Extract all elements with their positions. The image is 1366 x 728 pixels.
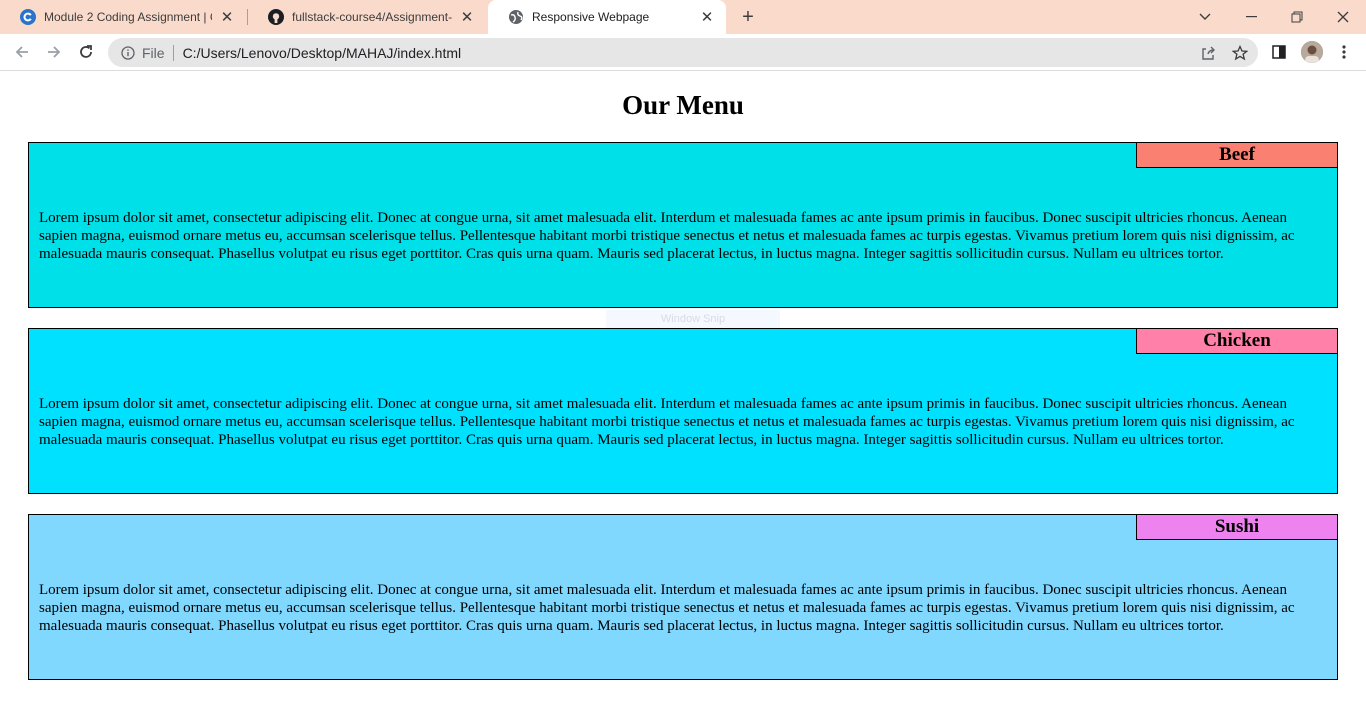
back-arrow-icon[interactable]: [8, 38, 36, 66]
menu-section-beef: Beef Lorem ipsum dolor sit amet, consect…: [28, 142, 1338, 308]
browser-toolbar: File C:/Users/Lenovo/Desktop/MAHAJ/index…: [0, 34, 1366, 71]
new-tab-button[interactable]: +: [736, 6, 760, 28]
page-viewport: Our Menu Beef Lorem ipsum dolor sit amet…: [0, 72, 1366, 728]
section-heading: Chicken: [1136, 329, 1337, 354]
minimize-button[interactable]: [1228, 0, 1274, 34]
github-icon: [268, 9, 284, 25]
section-text: Lorem ipsum dolor sit amet, consectetur …: [39, 582, 1295, 635]
kebab-menu-icon[interactable]: [1330, 38, 1358, 66]
close-icon[interactable]: ✕: [698, 8, 716, 26]
section-text: Lorem ipsum dolor sit amet, consectetur …: [39, 396, 1295, 449]
window-snip-overlay: Window Snip: [606, 310, 780, 328]
menu-section-chicken: Chicken Lorem ipsum dolor sit amet, cons…: [28, 328, 1338, 494]
coursera-icon: [20, 9, 36, 25]
tab-strip: Module 2 Coding Assignment | C ✕ fullsta…: [0, 0, 1366, 34]
address-divider: [172, 44, 174, 61]
menu-section-sushi: Sushi Lorem ipsum dolor sit amet, consec…: [28, 514, 1338, 680]
page-title: Our Menu: [622, 90, 744, 120]
close-icon[interactable]: ✕: [458, 8, 476, 26]
tab-module-2-coding-assignment[interactable]: Module 2 Coding Assignment | C ✕: [0, 0, 246, 34]
globe-icon: [508, 9, 524, 25]
forward-arrow-icon[interactable]: [40, 38, 68, 66]
restore-button[interactable]: [1274, 0, 1320, 34]
avatar[interactable]: [1301, 41, 1323, 63]
address-bar[interactable]: File C:/Users/Lenovo/Desktop/MAHAJ/index…: [108, 38, 1258, 67]
share-icon[interactable]: [1199, 44, 1217, 62]
close-window-button[interactable]: [1320, 0, 1366, 34]
side-panel-icon[interactable]: [1265, 38, 1293, 66]
tab-title: Module 2 Coding Assignment | C: [44, 10, 212, 24]
tab-responsive-webpage[interactable]: Responsive Webpage ✕: [488, 0, 726, 34]
tab-title: fullstack-course4/Assignment-2.r: [292, 10, 452, 24]
section-text: Lorem ipsum dolor sit amet, consectetur …: [39, 210, 1295, 263]
section-heading: Beef: [1136, 143, 1337, 168]
tab-search-chevron-icon[interactable]: [1182, 0, 1228, 34]
section-heading: Sushi: [1136, 515, 1337, 540]
url-text[interactable]: C:/Users/Lenovo/Desktop/MAHAJ/index.html: [183, 45, 462, 61]
info-icon[interactable]: [120, 45, 136, 61]
scheme-label: File: [142, 44, 165, 61]
bookmark-star-icon[interactable]: [1231, 44, 1249, 62]
close-icon[interactable]: ✕: [218, 8, 236, 26]
tab-title: Responsive Webpage: [532, 10, 650, 24]
reload-icon[interactable]: [72, 38, 100, 66]
tab-fullstack-course4[interactable]: fullstack-course4/Assignment-2.r ✕: [248, 0, 486, 34]
